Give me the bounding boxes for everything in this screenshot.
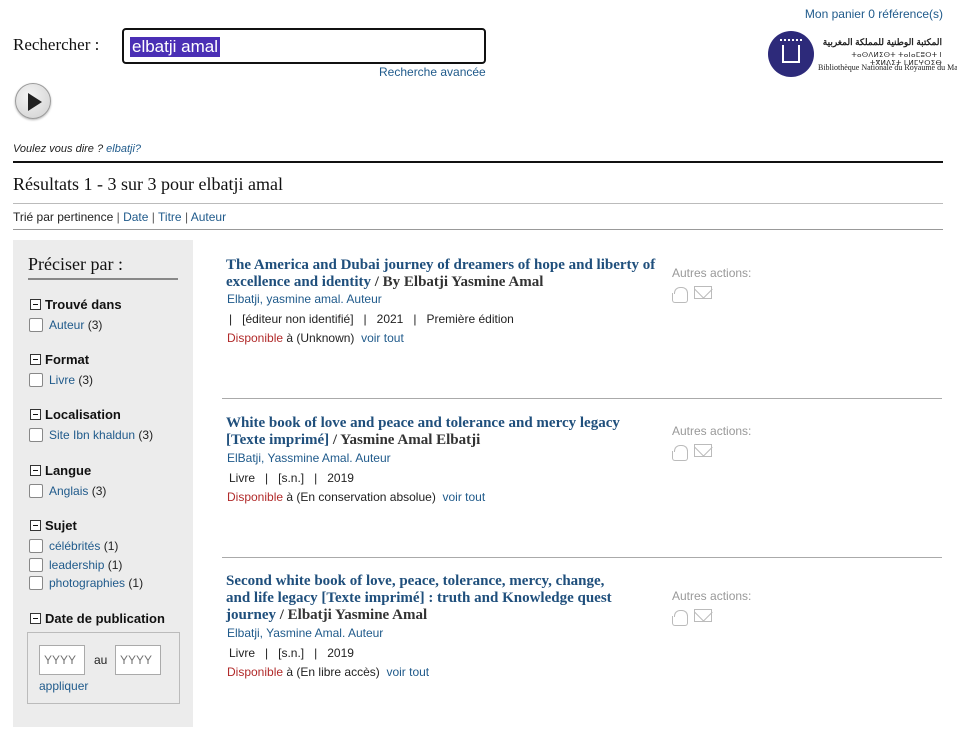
facet-item-site[interactable]: Site Ibn khaldun (3) (29, 428, 153, 442)
mail-icon[interactable] (694, 444, 712, 457)
collapse-icon[interactable] (30, 409, 41, 420)
facet-location-heading[interactable]: Localisation (30, 407, 121, 422)
divider (13, 161, 943, 163)
collapse-icon[interactable] (30, 354, 41, 365)
did-you-mean: Voulez vous dire ? elbatji? (13, 143, 141, 155)
results-summary: Résultats 1 - 3 sur 3 pour elbatji amal (13, 174, 283, 194)
result-title[interactable]: White book of love and peace and toleran… (226, 415, 656, 449)
divider (13, 229, 943, 230)
date-to-input[interactable] (115, 645, 161, 675)
sort-title-link[interactable]: Titre (158, 210, 182, 224)
date-range-box: au appliquer (27, 632, 180, 704)
facet-item-leadership[interactable]: leadership (1) (29, 558, 122, 572)
result-meta: Livre | [s.n.] | 2019 (229, 471, 354, 485)
search-label: Rechercher : (13, 35, 100, 54)
facet-date-heading[interactable]: Date de publication (30, 611, 165, 626)
facet-language-heading[interactable]: Langue (30, 463, 91, 478)
basket-icon[interactable] (672, 445, 688, 461)
divider (13, 203, 943, 204)
divider (28, 278, 178, 280)
facet-item-photographies[interactable]: photographies (1) (29, 576, 143, 590)
result-actions: Autres actions: (672, 589, 751, 626)
result-meta: Livre | [s.n.] | 2019 (229, 646, 354, 660)
result-actions: Autres actions: (672, 424, 751, 461)
result-author-link[interactable]: Elbatji, yasmine amal. Auteur (227, 292, 382, 306)
date-from-input[interactable] (39, 645, 85, 675)
sort-author-link[interactable]: Auteur (191, 210, 226, 224)
checkbox[interactable] (29, 484, 43, 498)
facet-item-auteur[interactable]: Auteur (3) (29, 318, 102, 332)
result-author-link[interactable]: ElBatji, Yassmine Amal. Auteur (227, 451, 391, 465)
advanced-search-link[interactable]: Recherche avancée (379, 65, 486, 79)
divider (222, 398, 942, 399)
mail-icon[interactable] (694, 286, 712, 299)
facet-subject-heading[interactable]: Sujet (30, 518, 77, 533)
checkbox[interactable] (29, 428, 43, 442)
see-all-link[interactable]: voir tout (361, 331, 404, 345)
collapse-icon[interactable] (30, 613, 41, 624)
result-availability: Disponible à (Unknown) voir tout (227, 331, 404, 345)
facet-item-celebrites[interactable]: célébrités (1) (29, 539, 118, 553)
result-meta: | [éditeur non identifié] | 2021 | Premi… (229, 312, 514, 326)
search-query-text[interactable]: elbatji amal (130, 37, 220, 57)
logo-french-text: Bibliothèque Nationale du Royaume du Mar… (818, 63, 957, 72)
facets-sidebar: Préciser par : Trouvé dans Auteur (3) Fo… (13, 240, 193, 727)
facets-title: Préciser par : (28, 254, 123, 274)
apply-date-link[interactable]: appliquer (39, 679, 88, 693)
facet-found-in-heading[interactable]: Trouvé dans (30, 297, 122, 312)
result-author-link[interactable]: Elbatji, Yasmine Amal. Auteur (227, 626, 383, 640)
sort-prefix: Trié par pertinence (13, 210, 114, 224)
checkbox[interactable] (29, 558, 43, 572)
see-all-link[interactable]: voir tout (386, 665, 429, 679)
search-input[interactable]: elbatji amal (122, 28, 486, 64)
collapse-icon[interactable] (30, 299, 41, 310)
basket-icon[interactable] (672, 610, 688, 626)
did-you-mean-prefix: Voulez vous dire ? (13, 143, 104, 155)
collapse-icon[interactable] (30, 520, 41, 531)
facet-item-livre[interactable]: Livre (3) (29, 373, 93, 387)
result-availability: Disponible à (En libre accès) voir tout (227, 665, 430, 679)
result-actions: Autres actions: (672, 266, 751, 303)
date-range-separator: au (94, 653, 108, 667)
search-submit-button[interactable] (15, 83, 51, 119)
result-title[interactable]: Second white book of love, peace, tolera… (226, 573, 626, 624)
checkbox[interactable] (29, 539, 43, 553)
see-all-link[interactable]: voir tout (442, 490, 485, 504)
play-icon (28, 93, 42, 111)
library-logo[interactable]: المكتبة الوطنية للمملكة المغربية ⵜⴰⵙⴷⵍⵉⵙ… (768, 31, 957, 81)
facet-item-anglais[interactable]: Anglais (3) (29, 484, 106, 498)
sort-bar: Trié par pertinence | Date | Titre | Aut… (13, 210, 227, 224)
result-title[interactable]: The America and Dubai journey of dreamer… (226, 257, 656, 291)
collapse-icon[interactable] (30, 465, 41, 476)
logo-arabic-text: المكتبة الوطنية للمملكة المغربية (822, 37, 942, 47)
sort-date-link[interactable]: Date (123, 210, 148, 224)
cart-link[interactable]: Mon panier 0 référence(s) (805, 7, 943, 21)
library-emblem-icon (768, 31, 814, 77)
checkbox[interactable] (29, 318, 43, 332)
divider (222, 557, 942, 558)
mail-icon[interactable] (694, 609, 712, 622)
basket-icon[interactable] (672, 287, 688, 303)
checkbox[interactable] (29, 373, 43, 387)
did-you-mean-link[interactable]: elbatji? (106, 143, 141, 155)
checkbox[interactable] (29, 576, 43, 590)
result-availability: Disponible à (En conservation absolue) v… (227, 490, 486, 504)
facet-format-heading[interactable]: Format (30, 352, 89, 367)
